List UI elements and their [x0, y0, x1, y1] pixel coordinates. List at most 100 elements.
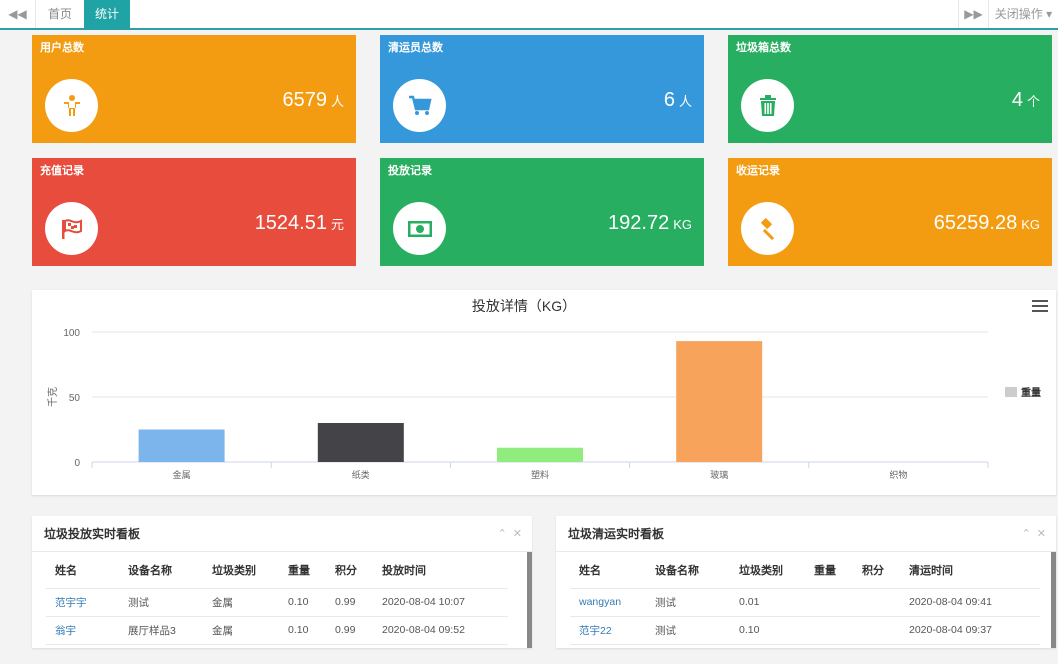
points — [853, 616, 900, 645]
board-title: 垃圾清运实时看板 ⌃ ✕ — [556, 516, 1056, 552]
card-number: 65259.28 — [933, 212, 1018, 234]
weight: 0.10 — [279, 588, 326, 617]
bar-1 — [317, 423, 404, 462]
column-header: 设备名称 — [646, 552, 730, 589]
legend-swatch — [1005, 386, 1017, 397]
user-name-link[interactable]: 翁宇 — [46, 616, 119, 645]
card-title: 收运记录 — [736, 165, 780, 177]
card-recharge-records: 充值记录 1524.51 元 — [32, 158, 356, 266]
column-header: 姓名 — [46, 552, 119, 589]
close-operations-dropdown[interactable]: 关闭操作 ▾ — [988, 0, 1058, 28]
card-title: 用户总数 — [40, 42, 84, 54]
board-title-text: 垃圾投放实时看板 — [44, 527, 141, 541]
tab-statistics[interactable]: 统计 — [84, 0, 130, 29]
table-row: 范宇22 测试 0.10 2020-08-04 09:37 — [570, 616, 1040, 645]
flag-icon — [45, 202, 98, 255]
bar-0 — [138, 429, 225, 462]
card-number: 1524.51 — [254, 212, 327, 234]
weight — [805, 588, 853, 617]
scrollbar-thumb[interactable] — [1051, 552, 1056, 648]
board-title-text: 垃圾清运实时看板 — [568, 527, 665, 541]
waste-type: 0.01 — [730, 588, 805, 617]
card-number: 6 — [663, 89, 675, 111]
collect-table: 姓名 设备名称 垃圾类别 重量 积分 清运时间 wangyan 测试 0.01 … — [570, 552, 1040, 645]
card-number: 192.72 — [608, 212, 670, 234]
column-header: 垃圾类别 — [203, 552, 279, 589]
bar-3 — [676, 341, 763, 462]
drop-detail-chart-panel: 投放详情（KG） 0 50 100 千克 金属 纸类 塑料 玻璃 织物 重量 — [32, 290, 1056, 495]
table-row: 范宇宇 测试 金属 0.10 0.99 2020-08-04 10:07 — [46, 588, 508, 617]
fast-forward-icon[interactable]: ▶▶ — [958, 0, 988, 28]
card-title: 充值记录 — [40, 165, 84, 177]
chevron-up-icon[interactable]: ⌃ — [1022, 528, 1031, 540]
card-number: 4 — [1011, 89, 1023, 111]
column-header: 姓名 — [570, 552, 646, 589]
x-tick-label: 织物 — [889, 469, 907, 481]
y-axis-label: 千克 — [47, 387, 59, 407]
column-header: 清运时间 — [900, 552, 1040, 589]
board-tools: ⌃ ✕ — [1016, 516, 1046, 552]
x-tick-label: 金属 — [173, 469, 191, 481]
x-tick-label: 玻璃 — [710, 469, 728, 481]
device-name: 测试 — [646, 616, 730, 645]
rewind-icon[interactable]: ◀◀ — [0, 0, 36, 28]
card-collect-records: 收运记录 65259.28 KG — [728, 158, 1052, 266]
close-operations-label: 关闭操作 — [994, 7, 1043, 21]
points: 0.99 — [326, 616, 373, 645]
money-icon — [393, 202, 446, 255]
card-title: 清运员总数 — [388, 42, 443, 54]
card-value: 6人 — [664, 89, 692, 112]
card-value: 192.72 KG — [608, 212, 692, 235]
column-header: 积分 — [853, 552, 900, 589]
bar-2 — [497, 447, 583, 462]
card-number: 6579 — [282, 89, 327, 111]
user-name-link[interactable]: wangyan — [570, 588, 646, 617]
user-name-link[interactable]: 范宇宇 — [46, 588, 119, 617]
cart-icon — [393, 79, 446, 132]
person-icon — [45, 79, 98, 132]
y-tick-label: 0 — [74, 458, 80, 469]
card-drop-records: 投放记录 192.72 KG — [380, 158, 704, 266]
card-value: 6579 人 — [282, 89, 344, 112]
card-unit: 个 — [1026, 94, 1040, 109]
card-value: 1524.51 元 — [255, 212, 344, 235]
y-tick-label: 50 — [69, 393, 81, 404]
time: 2020-08-04 10:07 — [373, 588, 508, 617]
waste-type: 金属 — [203, 616, 279, 645]
gavel-icon — [741, 202, 794, 255]
tab-home[interactable]: 首页 — [36, 0, 84, 28]
board-tools: ⌃ ✕ — [492, 516, 522, 552]
card-unit: KG — [673, 217, 692, 232]
table-row: wangyan 测试 0.01 2020-08-04 09:41 — [570, 588, 1040, 617]
drop-table: 姓名 设备名称 垃圾类别 重量 积分 投放时间 范宇宇 测试 金属 0.10 0… — [46, 552, 508, 645]
card-title: 投放记录 — [388, 165, 432, 177]
card-unit: 人 — [330, 94, 344, 109]
bar-chart: 0 50 100 千克金属 纸类 塑料 玻璃 织物 — [47, 328, 989, 481]
chevron-up-icon[interactable]: ⌃ — [498, 528, 507, 540]
time: 2020-08-04 09:41 — [900, 588, 1040, 617]
scrollbar[interactable] — [1051, 552, 1056, 648]
drop-realtime-board: 垃圾投放实时看板 ⌃ ✕ 姓名 设备名称 垃圾类别 重量 积分 投放时间 范宇宇 … — [32, 516, 532, 648]
user-name-link[interactable]: 范宇22 — [570, 616, 646, 645]
close-icon[interactable]: ✕ — [1037, 528, 1046, 540]
card-unit: 人 — [678, 94, 692, 109]
card-title: 垃圾箱总数 — [736, 42, 791, 54]
legend-label: 重量 — [1021, 388, 1041, 399]
weight: 0.10 — [279, 616, 326, 645]
column-header: 积分 — [326, 552, 373, 589]
x-tick-label: 塑料 — [531, 469, 549, 481]
close-icon[interactable]: ✕ — [513, 528, 522, 540]
trash-icon — [741, 79, 794, 132]
weight — [805, 616, 853, 645]
time: 2020-08-04 09:37 — [900, 616, 1040, 645]
scrollbar-thumb[interactable] — [527, 552, 532, 648]
x-tick-label: 纸类 — [352, 469, 370, 481]
scrollbar[interactable] — [527, 552, 532, 648]
waste-type: 0.10 — [730, 616, 805, 645]
chart-legend[interactable]: 重量 — [1005, 384, 1041, 399]
card-bin-total: 垃圾箱总数 4个 — [728, 35, 1052, 143]
card-unit: 元 — [330, 217, 344, 232]
card-value: 65259.28 KG — [934, 212, 1040, 235]
points: 0.99 — [326, 588, 373, 617]
column-header: 重量 — [805, 552, 853, 589]
